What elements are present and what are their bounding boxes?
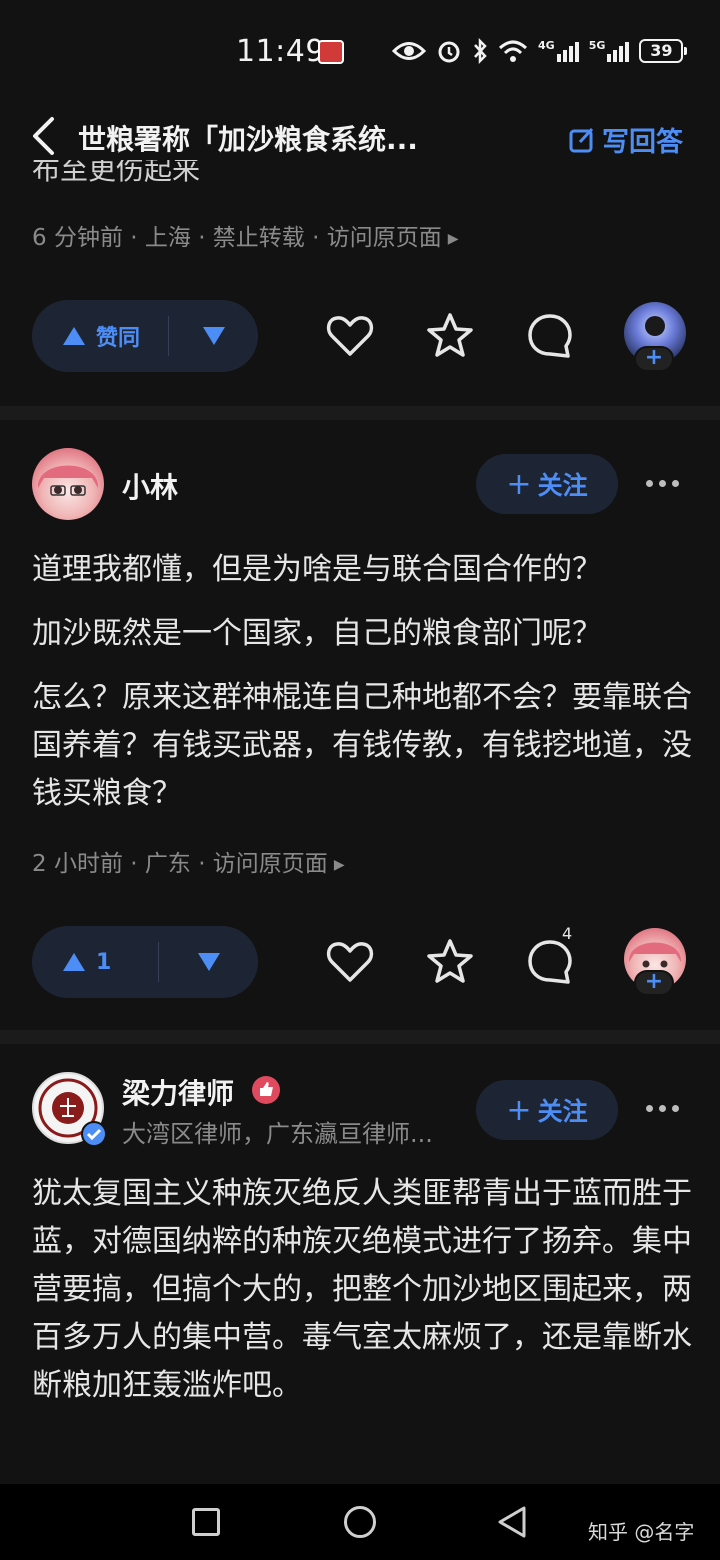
answer-body: 犹太复国主义种族灭绝反人类匪帮青出于蓝而胜于蓝，对德国纳粹的种族灭绝模式进行了扬… (32, 1170, 692, 1426)
follow-label: 关注 (537, 471, 588, 500)
back-triangle-icon[interactable] (496, 1504, 528, 1540)
triangle-down-icon (197, 953, 220, 971)
star-icon[interactable] (424, 936, 476, 988)
more-options-icon[interactable] (646, 480, 679, 487)
follow-plus-badge[interactable]: + (634, 970, 674, 996)
recent-apps-button[interactable] (192, 1508, 220, 1536)
author-name[interactable]: 梁力律师 (122, 1072, 234, 1112)
verified-badge-icon (81, 1121, 107, 1147)
anime-avatar-icon (37, 465, 99, 496)
upvote-label: 赞同 (96, 326, 141, 351)
triangle-up-icon (63, 953, 85, 971)
triangle-up-icon (63, 327, 85, 345)
answer-body: 道理我都懂，但是为啥是与联合国合作的？ 加沙既然是一个国家，自己的粮食部门呢？ … (32, 546, 692, 834)
comment-icon[interactable] (524, 936, 576, 988)
write-answer-button[interactable]: 写回答 (568, 120, 683, 159)
answer-meta: 2 小时前 · 广东 · 访问原页面 ▶ (32, 844, 345, 878)
network-type-label: 4G (538, 39, 555, 52)
upvote-button[interactable]: 赞同 (32, 320, 168, 352)
signal-5g: 5G (589, 40, 630, 62)
alarm-icon (438, 41, 460, 63)
comment-count: 4 (562, 924, 573, 943)
answer-separator (0, 406, 720, 420)
follow-label: 关注 (537, 1097, 588, 1126)
author-avatar[interactable] (32, 448, 104, 520)
heart-icon[interactable] (324, 310, 376, 362)
author-bio: 大湾区律师，广东瀛亘律师... (122, 1120, 433, 1148)
answer-paragraph: 道理我都懂，但是为啥是与联合国合作的？ (32, 552, 602, 587)
thumbs-up-badge-icon (252, 1076, 280, 1104)
more-options-icon[interactable] (646, 1105, 679, 1112)
downvote-button[interactable] (159, 952, 258, 972)
meta-text: 6 分钟前 · 上海 · 禁止转载 · 访问原页面 (32, 225, 442, 251)
home-button[interactable] (344, 1506, 376, 1538)
status-bar: 11:49 4G 5G 39 (0, 0, 720, 100)
plus-icon: + (506, 466, 532, 502)
eye-icon (392, 42, 426, 60)
answer-paragraph: 犹太复国主义种族灭绝反人类匪帮青出于蓝而胜于蓝，对德国纳粹的种族灭绝模式进行了扬… (32, 1176, 692, 1403)
question-title[interactable]: 世粮署称「加沙粮食系统... (78, 118, 418, 158)
signal-4g: 4G (538, 40, 579, 62)
follow-button[interactable]: + 关注 (476, 1080, 618, 1140)
wifi-icon (498, 40, 528, 62)
answer-separator (0, 1030, 720, 1044)
play-triangle-icon: ▶ (333, 856, 345, 873)
bluetooth-icon (474, 38, 487, 64)
heart-icon[interactable] (324, 936, 376, 988)
network-type-label: 5G (588, 39, 606, 52)
downvote-button[interactable] (169, 326, 258, 346)
play-triangle-icon: ▶ (447, 230, 459, 247)
follow-plus-badge[interactable]: + (634, 346, 674, 372)
back-arrow-icon[interactable] (30, 116, 56, 156)
vote-pill: 1 (32, 926, 258, 998)
previous-answer-text: 布至更伤起来 (32, 160, 201, 186)
zhihu-watermark: 知乎 @名字 (588, 1520, 695, 1544)
status-icons: 4G 5G 39 (392, 38, 688, 64)
star-icon[interactable] (424, 310, 476, 362)
follow-button[interactable]: + 关注 (476, 454, 618, 514)
vote-pill: 赞同 (32, 300, 258, 372)
answer-paragraph: 加沙既然是一个国家，自己的粮食部门呢？ (32, 616, 602, 651)
answer-paragraph: 怎么？原来这群神棍连自己种地都不会？要靠联合国养着？有钱买武器，有钱传教，有钱挖… (32, 680, 692, 811)
answer-meta: 6 分钟前 · 上海 · 禁止转载 · 访问原页面 ▶ (32, 218, 459, 252)
battery-indicator: 39 (639, 39, 688, 63)
comment-icon[interactable] (524, 310, 576, 362)
edit-icon (569, 127, 594, 152)
upvote-button[interactable]: 1 (32, 950, 158, 975)
triangle-down-icon (202, 327, 225, 345)
upvote-count: 1 (96, 949, 112, 975)
author-name[interactable]: 小林 (122, 466, 178, 506)
notification-app-icon (318, 40, 344, 64)
plus-icon: + (506, 1092, 532, 1128)
meta-text: 2 小时前 · 广东 · 访问原页面 (32, 851, 328, 877)
status-time: 11:49 (236, 34, 325, 69)
write-answer-label: 写回答 (602, 127, 683, 158)
